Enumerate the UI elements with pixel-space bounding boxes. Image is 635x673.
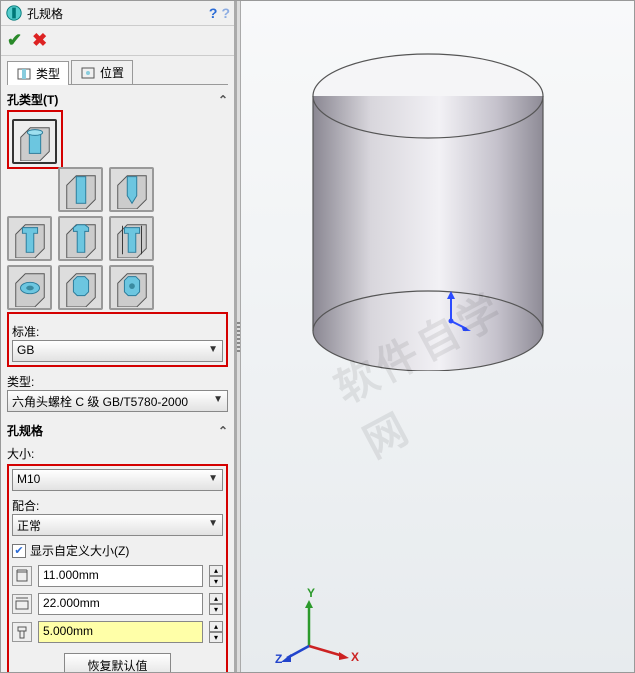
type-label: 类型: [7, 373, 228, 390]
hole-type-1[interactable] [12, 119, 57, 164]
hole-type-7[interactable] [7, 265, 52, 310]
tab-type-label: 类型 [36, 65, 60, 82]
show-custom-label: 显示自定义大小(Z) [30, 542, 129, 559]
tab-type-icon [16, 66, 32, 82]
size-label: 大小: [7, 445, 228, 462]
dim2-up[interactable]: ▴ [209, 593, 223, 604]
standard-label: 标准: [12, 323, 223, 340]
restore-defaults-button[interactable]: 恢复默认值 [64, 653, 170, 672]
view-triad [281, 594, 351, 664]
dim3-up[interactable]: ▴ [209, 621, 223, 632]
tabs: 类型 位置 [7, 60, 228, 85]
chevron-up-icon-2[interactable]: ⌃ [218, 424, 228, 438]
dim3-down[interactable]: ▾ [209, 632, 223, 643]
dim-row-1: 11.000mm ▴▾ [12, 565, 223, 587]
axis-x-label: X [351, 650, 359, 664]
show-custom-checkbox[interactable]: ✔ [12, 544, 26, 558]
dim1-down[interactable]: ▾ [209, 576, 223, 587]
hole-type-5[interactable] [58, 216, 103, 261]
fit-label: 配合: [12, 497, 223, 514]
tab-position[interactable]: 位置 [71, 60, 133, 84]
fit-select[interactable]: 正常 [12, 514, 223, 536]
confirm-row: ✔ ✖ [1, 26, 234, 56]
hole-type-9[interactable] [109, 265, 154, 310]
dim2-down[interactable]: ▾ [209, 604, 223, 615]
hole-type-3[interactable] [109, 167, 154, 212]
ok-button[interactable]: ✔ [7, 30, 22, 51]
origin-indicator [441, 291, 471, 331]
standard-select[interactable]: GB [12, 340, 223, 362]
dim-row-2: 22.000mm ▴▾ [12, 593, 223, 615]
section-spec: 孔规格 ⌃ [7, 422, 228, 439]
cylinder-model [301, 51, 556, 371]
panel-title-row: 孔规格 ? ? [1, 1, 234, 26]
show-custom-row[interactable]: ✔ 显示自定义大小(Z) [12, 542, 223, 559]
panel-title: 孔规格 [27, 5, 205, 22]
dim1-input[interactable]: 11.000mm [38, 565, 203, 587]
axis-z-label: Z [275, 652, 282, 666]
hole-spec-icon [5, 4, 23, 22]
property-panel: 孔规格 ? ? ✔ ✖ 类型 位置 孔类型(T) ⌃ [1, 1, 236, 672]
highlight-holetype [7, 110, 63, 169]
dim2-input[interactable]: 22.000mm [38, 593, 203, 615]
hole-type-4[interactable] [7, 216, 52, 261]
tab-type[interactable]: 类型 [7, 61, 69, 85]
highlight-standard: 标准: GB [7, 312, 228, 367]
dim3-icon[interactable] [12, 622, 32, 642]
dim-row-3: 5.000mm ▴▾ [12, 621, 223, 643]
help-icon[interactable]: ? [209, 5, 218, 21]
dim2-icon[interactable] [12, 594, 32, 614]
viewport-3d[interactable]: 软件自学网 Y X Z [241, 1, 634, 672]
hole-type-6[interactable] [109, 216, 154, 261]
cancel-button[interactable]: ✖ [32, 30, 47, 51]
chevron-up-icon[interactable]: ⌃ [218, 93, 228, 107]
hole-type-row-2 [7, 216, 228, 261]
tab-position-label: 位置 [100, 64, 124, 81]
tab-position-icon [80, 65, 96, 81]
section-hole-type: 孔类型(T) ⌃ [7, 91, 228, 108]
dim1-up[interactable]: ▴ [209, 565, 223, 576]
dim3-input[interactable]: 5.000mm [38, 621, 203, 643]
highlight-spec: M10 配合: 正常 ✔ 显示自定义大小(Z) 11.000mm ▴▾ 22.0… [7, 464, 228, 672]
type-select[interactable]: 六角头螺栓 C 级 GB/T5780-2000 [7, 390, 228, 412]
hole-type-8[interactable] [58, 265, 103, 310]
hole-type-2[interactable] [58, 167, 103, 212]
restore-row: 恢复默认值 [12, 653, 223, 672]
hole-type-row-3 [7, 265, 228, 310]
hole-type-row-1 [7, 167, 228, 212]
help-icon-2[interactable]: ? [221, 5, 230, 21]
dim1-icon[interactable] [12, 566, 32, 586]
size-select[interactable]: M10 [12, 469, 223, 491]
axis-y-label: Y [307, 586, 315, 600]
